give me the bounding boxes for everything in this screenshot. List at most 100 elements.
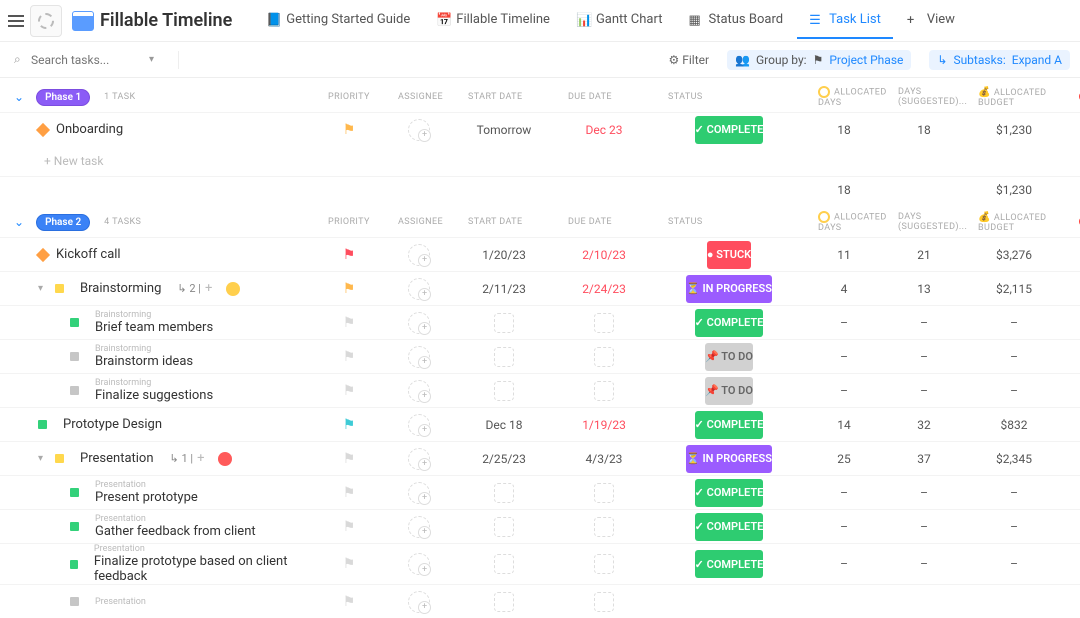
date-placeholder[interactable] [494, 554, 514, 574]
expand-icon[interactable]: ▾ [38, 453, 43, 464]
allocated-days[interactable]: – [804, 374, 884, 407]
status-pill[interactable]: ⏳ IN PROGRESS [686, 275, 772, 303]
date-placeholder[interactable] [594, 483, 614, 503]
start-date[interactable]: Tomorrow [454, 113, 554, 146]
days-suggested[interactable]: – [884, 510, 964, 543]
col-assignee[interactable]: ASSIGNEE [398, 92, 468, 102]
start-date[interactable]: 2/11/23 [454, 272, 554, 305]
start-date[interactable]: 2/25/23 [454, 442, 554, 475]
col-assignee[interactable]: ASSIGNEE [398, 217, 468, 227]
allocated-budget[interactable]: – [964, 340, 1064, 373]
days-suggested[interactable]: 37 [884, 442, 964, 475]
status-pill[interactable]: ✓ COMPLETE [695, 513, 764, 541]
actual-cost[interactable]: – [1064, 374, 1080, 407]
tab-view[interactable]: +View [895, 2, 967, 39]
start-date[interactable] [454, 544, 554, 584]
actual-cost[interactable]: $934 [1064, 113, 1080, 146]
task-row[interactable]: Kickoff call ⚑ 1/20/23 2/10/23 ● STUCK 1… [0, 237, 1080, 271]
due-date[interactable]: 2/10/23 [554, 238, 654, 271]
status-pill[interactable]: ● STUCK [707, 241, 751, 269]
start-date[interactable]: 1/20/23 [454, 238, 554, 271]
group-by-control[interactable]: 👥 Group by: ⚑ Project Phase [727, 50, 911, 70]
date-placeholder[interactable] [494, 483, 514, 503]
col-alloc[interactable]: ALLOCATED DAYS [818, 86, 898, 108]
task-row[interactable]: ▾Presentation↳ 1 | + ⚑ 2/25/23 4/3/23 ⏳ … [0, 441, 1080, 475]
actual-cost[interactable]: – [1064, 306, 1080, 339]
phase-pill[interactable]: Phase 1 [36, 89, 90, 106]
subtask-row[interactable]: Presentation ⚑ [0, 584, 1080, 618]
flag-icon[interactable]: ⚑ [343, 349, 356, 365]
days-suggested[interactable]: – [884, 476, 964, 509]
subtask-row[interactable]: Presentation Finalize prototype based on… [0, 543, 1080, 584]
flag-icon[interactable]: ⚑ [343, 451, 356, 467]
allocated-days[interactable]: – [804, 306, 884, 339]
actual-cost[interactable] [1064, 585, 1080, 618]
status-pill[interactable]: 📌 TO DO [705, 343, 753, 371]
task-row[interactable]: Onboarding ⚑ Tomorrow Dec 23 ✓ COMPLETE … [0, 112, 1080, 146]
allocated-days[interactable]: 25 [804, 442, 884, 475]
allocated-budget[interactable]: – [964, 510, 1064, 543]
allocated-budget[interactable]: $2,115 [964, 272, 1064, 305]
flag-icon[interactable]: ⚑ [343, 556, 356, 572]
allocated-days[interactable]: – [804, 340, 884, 373]
status-pill[interactable]: 📌 TO DO [705, 377, 753, 405]
col-budget[interactable]: ALLOCATED BUDGET [978, 212, 1078, 233]
assignee-placeholder[interactable] [408, 278, 430, 300]
days-suggested[interactable]: – [884, 374, 964, 407]
due-date[interactable]: 2/24/23 [554, 272, 654, 305]
allocated-budget[interactable]: – [964, 476, 1064, 509]
assignee-placeholder[interactable] [408, 380, 430, 402]
allocated-budget[interactable]: – [964, 306, 1064, 339]
date-placeholder[interactable] [594, 381, 614, 401]
due-date[interactable]: 1/19/23 [554, 408, 654, 441]
subtask-count[interactable]: ↳ 1 | + [170, 451, 205, 466]
assignee-placeholder[interactable] [408, 312, 430, 334]
add-subtask-icon[interactable]: + [205, 281, 212, 296]
allocated-days[interactable]: – [804, 476, 884, 509]
allocated-days[interactable]: – [804, 544, 884, 584]
tab-task-list[interactable]: ☰Task List [797, 2, 893, 39]
assignee-placeholder[interactable] [408, 414, 430, 436]
allocated-days[interactable]: 4 [804, 272, 884, 305]
allocated-budget[interactable]: $832 [964, 408, 1064, 441]
task-row[interactable]: Prototype Design ⚑ Dec 18 1/19/23 ✓ COMP… [0, 407, 1080, 441]
flag-icon[interactable]: ⚑ [343, 122, 356, 138]
col-days[interactable]: DAYS (SUGGESTED)... [898, 87, 978, 107]
status-pill[interactable]: ✓ COMPLETE [695, 479, 764, 507]
days-suggested[interactable]: 21 [884, 238, 964, 271]
due-date[interactable] [554, 340, 654, 373]
assignee-placeholder[interactable] [408, 346, 430, 368]
flag-icon[interactable]: ⚑ [343, 594, 356, 610]
due-date[interactable] [554, 306, 654, 339]
menu-icon[interactable] [6, 11, 26, 31]
assignee-placeholder[interactable] [408, 516, 430, 538]
add-subtask-icon[interactable]: + [197, 451, 204, 466]
assignee-placeholder[interactable] [408, 591, 430, 613]
expand-icon[interactable]: ▾ [38, 283, 43, 294]
col-start[interactable]: START DATE [468, 217, 568, 227]
start-date[interactable] [454, 585, 554, 618]
subtask-row[interactable]: Presentation Gather feedback from client… [0, 509, 1080, 543]
date-placeholder[interactable] [494, 592, 514, 612]
col-priority[interactable]: PRIORITY [328, 92, 398, 102]
allocated-days[interactable]: – [804, 510, 884, 543]
subtasks-control[interactable]: ↳ Subtasks: Expand A [929, 50, 1070, 70]
flag-icon[interactable]: ⚑ [343, 281, 356, 297]
col-days[interactable]: DAYS (SUGGESTED)... [898, 212, 978, 232]
start-date[interactable] [454, 476, 554, 509]
due-date[interactable] [554, 476, 654, 509]
col-priority[interactable]: PRIORITY [328, 217, 398, 227]
allocated-days[interactable] [804, 585, 884, 618]
subtask-count[interactable]: ↳ 2 | + [177, 281, 212, 296]
chevron-down-icon[interactable]: ▾ [149, 54, 154, 65]
due-date[interactable] [554, 585, 654, 618]
app-logo[interactable] [30, 5, 62, 37]
days-suggested[interactable]: 32 [884, 408, 964, 441]
days-suggested[interactable] [884, 585, 964, 618]
collapse-icon[interactable]: ⌄ [14, 215, 24, 229]
status-pill[interactable]: ✓ COMPLETE [695, 309, 764, 337]
actual-cost[interactable]: $120 [1064, 408, 1080, 441]
assignee-placeholder[interactable] [408, 244, 430, 266]
date-placeholder[interactable] [494, 517, 514, 537]
tab-fillable-timeline[interactable]: 📅Fillable Timeline [424, 2, 562, 39]
